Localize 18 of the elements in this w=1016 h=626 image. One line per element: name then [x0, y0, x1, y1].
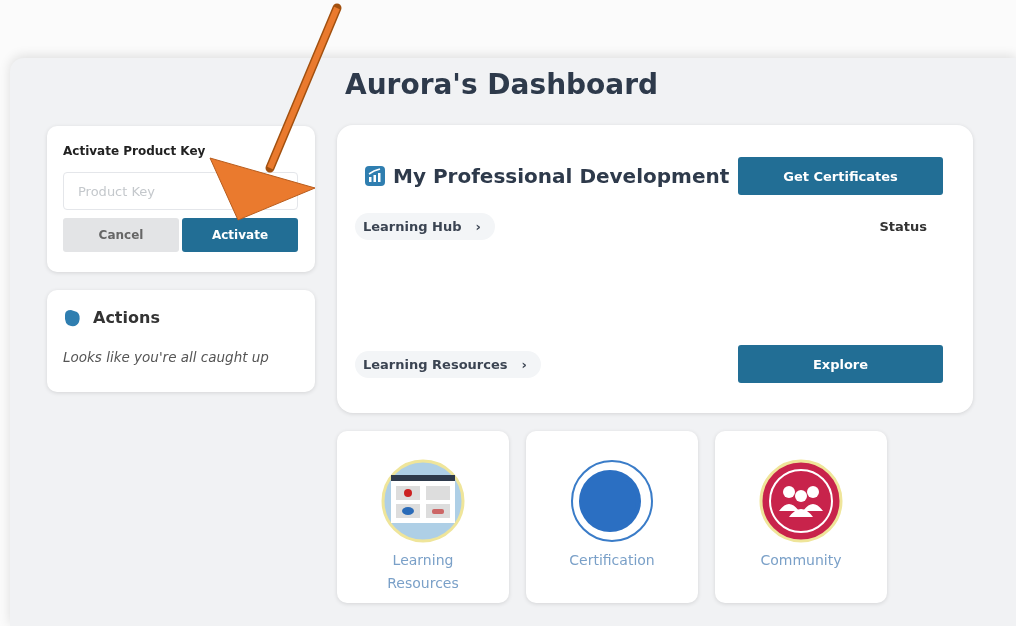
activate-button[interactable]: Activate: [182, 218, 298, 252]
section-heading: My Professional Development: [393, 164, 730, 188]
link-pill[interactable]: Learning Hub ›: [355, 213, 495, 240]
link-pill[interactable]: Learning Resources ›: [355, 350, 541, 378]
learning-resources-icon: [381, 459, 465, 543]
explore-button[interactable]: Explore: [738, 345, 943, 383]
actions-heading: Actions: [93, 308, 160, 327]
tile-card[interactable]: Community: [715, 431, 887, 603]
status-label: Status: [879, 219, 927, 234]
get-certificates-button[interactable]: Get Certificates: [738, 157, 943, 195]
chart-icon: [365, 166, 385, 186]
actions-icon: [63, 308, 83, 327]
community-icon: [759, 459, 843, 543]
certification-icon: [570, 459, 654, 543]
actions-message: Looks like you're all caught up: [63, 349, 270, 365]
dashboard-title: Aurora's Dashboard: [345, 68, 660, 101]
card-heading: Activate Product Key: [63, 144, 207, 158]
cancel-button[interactable]: Cancel: [63, 218, 179, 252]
